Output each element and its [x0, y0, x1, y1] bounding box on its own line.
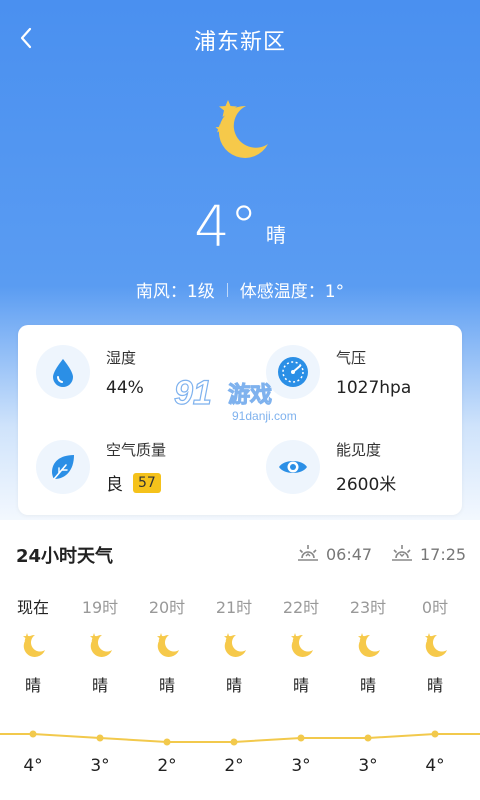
hour-temp-label: 2°	[224, 756, 244, 776]
current-temp-row: 4° 晴	[0, 188, 480, 258]
hour-item: 0时晴	[405, 596, 465, 696]
current-temperature: 4°	[194, 195, 258, 260]
hourly-temp-chart: 4° 3° 2° 2° 3° 3° 4°	[0, 720, 480, 800]
moon-stars-icon	[353, 630, 383, 660]
temp-point	[431, 730, 439, 738]
hour-item: 22时晴	[271, 596, 331, 696]
hourly-title: 24小时天气	[16, 546, 114, 567]
details-card: 湿度 44% 气压 1027hpa 空气质量 良 57 能见度 2600米	[18, 325, 462, 515]
hour-temp-label: 3°	[291, 756, 311, 776]
air-quality-label: 空气质量	[106, 441, 167, 459]
gauge-icon	[278, 357, 308, 387]
moon-stars-icon	[215, 100, 268, 158]
hour-item: 21时晴	[204, 596, 264, 696]
hour-temp-label: 2°	[157, 756, 177, 776]
temp-point	[297, 734, 305, 742]
sunrise-icon	[298, 545, 318, 561]
divider	[226, 282, 228, 297]
hour-condition: 晴	[225, 676, 242, 695]
hour-label: 23时	[349, 598, 387, 617]
temp-series-line	[0, 733, 480, 743]
temp-point	[29, 730, 37, 738]
hour-item: 20时晴	[137, 596, 197, 696]
visibility-item: 能见度 2600米	[266, 439, 396, 495]
moon-stars-icon	[286, 630, 316, 660]
air-quality-item: 空气质量 良 57	[36, 439, 166, 495]
feels-like-text: 体感温度：1°	[239, 282, 345, 302]
wind-text: 南风：1级	[135, 282, 215, 302]
humidity-item: 湿度 44%	[36, 345, 144, 399]
hour-condition: 晴	[158, 676, 175, 695]
hour-label: 21时	[215, 598, 253, 617]
hour-label: 22时	[282, 598, 320, 617]
eye-icon	[279, 461, 307, 473]
hour-item: 现在晴	[3, 596, 63, 696]
hour-condition: 晴	[359, 676, 376, 695]
hour-label: 现在	[16, 598, 49, 617]
hour-temp-label: 4°	[23, 756, 43, 776]
current-condition: 晴	[265, 223, 286, 247]
hour-temp-label: 3°	[358, 756, 378, 776]
moon-stars-icon	[85, 630, 115, 660]
hour-temp-label: 3°	[90, 756, 110, 776]
pressure-label: 气压	[336, 348, 367, 367]
temp-point	[364, 734, 372, 742]
hour-item: 23时晴	[338, 596, 398, 696]
temp-line-svg	[0, 730, 480, 746]
wind-feels-row: 南风：1级 体感温度：1°	[0, 277, 480, 302]
sunset-time: 17:25	[390, 544, 466, 564]
page-title: 浦东新区	[193, 30, 286, 55]
humidity-value: 44%	[106, 377, 144, 398]
hourly-forecast: 现在晴 19时晴 20时晴 21时晴 22时晴 23时晴 0时晴	[0, 596, 480, 706]
hourly-header: 24小时天气 06:47 17:25	[0, 532, 480, 576]
hour-label: 19时	[81, 598, 119, 617]
leaf-icon	[52, 455, 74, 480]
pressure-value: 1027hpa	[336, 377, 412, 398]
moon-stars-icon	[18, 630, 48, 660]
air-quality-value: 良	[106, 475, 123, 495]
hour-temp-label: 4°	[425, 756, 445, 776]
visibility-label: 能见度	[336, 441, 382, 459]
hour-label: 20时	[148, 598, 186, 617]
temp-point	[230, 738, 238, 746]
moon-stars-icon	[219, 630, 249, 660]
hour-condition: 晴	[292, 676, 309, 695]
hour-condition: 晴	[24, 676, 41, 695]
aqi-badge: 57	[133, 472, 161, 493]
hour-item: 19时晴	[70, 596, 130, 696]
hour-label: 0时	[421, 598, 449, 617]
pressure-item: 气压 1027hpa	[266, 345, 411, 399]
hour-condition: 晴	[91, 676, 108, 695]
moon-stars-icon	[152, 630, 182, 660]
temp-point	[96, 734, 104, 742]
humidity-label: 湿度	[106, 348, 137, 367]
sunrise-time: 06:47	[296, 544, 372, 564]
visibility-value: 2600米	[336, 475, 397, 495]
water-drop-icon	[53, 359, 73, 387]
temp-point	[163, 738, 171, 746]
sunset-icon	[392, 545, 412, 561]
moon-stars-icon	[420, 630, 450, 660]
hour-condition: 晴	[426, 676, 443, 695]
